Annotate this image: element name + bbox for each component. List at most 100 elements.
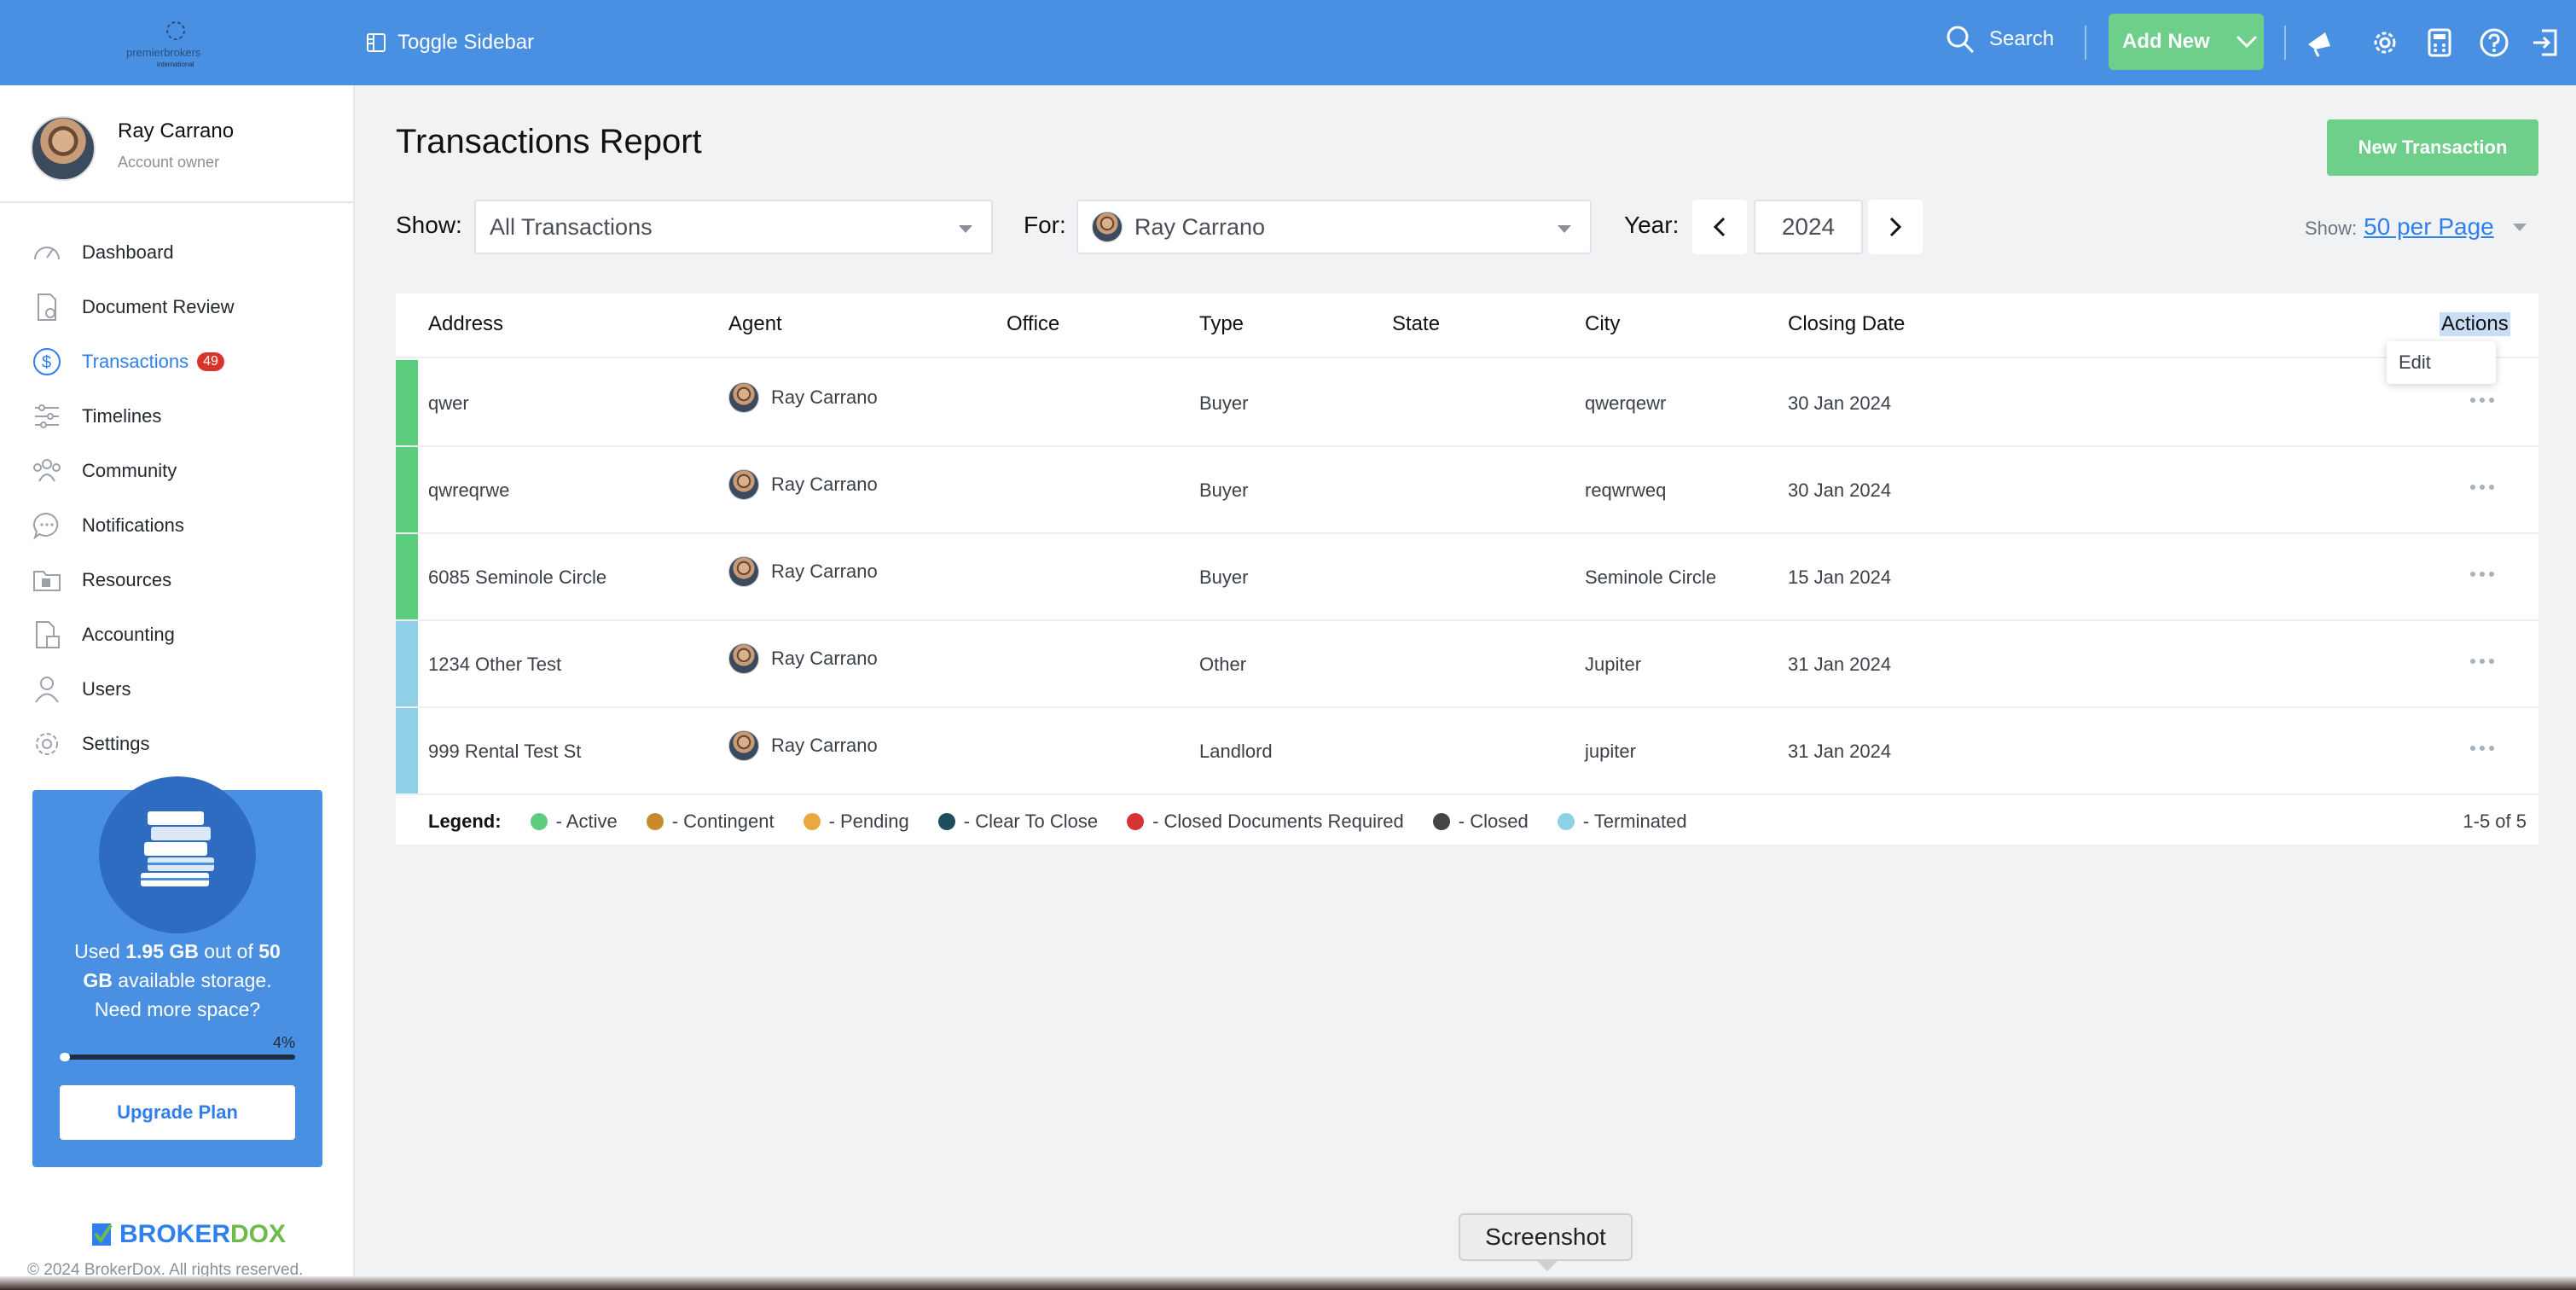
legend-dot	[803, 813, 821, 830]
search-icon	[1947, 26, 1975, 54]
year-input[interactable]: 2024	[1754, 200, 1863, 254]
sidebar-item-community[interactable]: Community	[31, 444, 346, 498]
legend-item-closed-documents-required: - Closed Documents Required	[1127, 811, 1404, 833]
legend-label: - Clear To Close	[963, 811, 1099, 832]
divider	[2284, 26, 2286, 60]
cell-agent: Ray Carrano	[728, 643, 878, 674]
legend-item-contingent: - Contingent	[646, 811, 775, 833]
legend-dot	[937, 813, 955, 830]
cell-address[interactable]: 1234 Other Test	[428, 654, 561, 676]
sidebar-item-notifications[interactable]: Notifications	[31, 498, 346, 553]
calculator-icon[interactable]	[2422, 26, 2457, 60]
status-indicator	[396, 447, 418, 532]
avatar	[728, 382, 759, 413]
brand-name-1: BROKER	[119, 1220, 231, 1248]
table-row[interactable]: 6085 Seminole Circle Ray Carrano Buyer S…	[396, 534, 2538, 621]
brokerdox-logo-icon	[92, 1223, 113, 1246]
per-page-label: Show:	[2305, 218, 2358, 239]
per-page-value[interactable]: 50 per Page	[2364, 213, 2494, 241]
svg-text:$: $	[42, 353, 51, 372]
company-logo[interactable]: premierbrokers international	[119, 19, 239, 70]
column-header-closing-date[interactable]: Closing Date	[1788, 312, 1905, 336]
sidebar-item-resources[interactable]: Resources	[31, 553, 346, 607]
cell-address[interactable]: qwreqrwe	[428, 479, 509, 502]
cell-city: reqwrweq	[1585, 479, 1667, 501]
table-row[interactable]: 999 Rental Test St Ray Carrano Landlord …	[396, 708, 2538, 795]
legend-dot	[646, 813, 664, 830]
sidebar-item-label: Resources	[82, 569, 172, 590]
column-header-address[interactable]: Address	[428, 312, 503, 336]
column-header-state[interactable]: State	[1392, 312, 1440, 336]
legend-item-pending: - Pending	[803, 811, 909, 833]
sidebar-item-document-review[interactable]: Document Review	[31, 280, 346, 334]
top-bar: premierbrokers international Toggle Side…	[0, 0, 2576, 85]
agent-name: Ray Carrano	[771, 561, 878, 582]
gear-icon	[31, 728, 63, 760]
gear-icon[interactable]	[2368, 26, 2402, 60]
logout-icon[interactable]	[2528, 26, 2562, 60]
column-header-city[interactable]: City	[1585, 312, 1620, 336]
table-row[interactable]: 1234 Other Test Ray Carrano Other Jupite…	[396, 621, 2538, 708]
column-header-office[interactable]: Office	[1007, 312, 1059, 336]
legend-label: - Closed	[1458, 811, 1529, 832]
cell-type: Landlord	[1199, 741, 1273, 762]
more-actions-icon[interactable]	[2470, 485, 2494, 490]
help-icon[interactable]	[2477, 26, 2511, 60]
agent-select[interactable]: Ray Carrano	[1076, 200, 1592, 254]
storage-total: 50	[258, 940, 281, 962]
edit-menu-item[interactable]: Edit	[2387, 341, 2496, 384]
add-new-label: Add New	[2122, 30, 2210, 53]
screenshot-tooltip: Screenshot	[1459, 1213, 1633, 1271]
table-row[interactable]: qwreqrwe Ray Carrano Buyer reqwrweq 30 J…	[396, 447, 2538, 534]
toggle-sidebar-button[interactable]: Toggle Sidebar	[367, 26, 534, 60]
legend-item-closed: - Closed	[1432, 811, 1529, 833]
add-new-button[interactable]: Add New	[2109, 14, 2264, 70]
transactions-count-badge: 49	[197, 352, 224, 371]
next-year-button[interactable]	[1868, 200, 1923, 254]
agent-select-value: Ray Carrano	[1134, 213, 1266, 240]
sidebar-item-settings[interactable]: Settings	[31, 717, 346, 771]
column-header-agent[interactable]: Agent	[728, 312, 782, 336]
sidebar-item-label: Dashboard	[82, 241, 174, 263]
sidebar-item-label: Timelines	[82, 405, 162, 427]
dollar-icon: $	[31, 346, 63, 378]
more-actions-icon[interactable]	[2470, 746, 2494, 751]
storage-progress-bar	[60, 1053, 295, 1061]
storage-suffix: available storage.	[112, 969, 272, 991]
previous-year-button[interactable]	[1692, 200, 1747, 254]
avatar	[1092, 212, 1123, 242]
sidebar-item-dashboard[interactable]: Dashboard	[31, 225, 346, 280]
legend-title: Legend:	[428, 811, 502, 832]
upgrade-plan-button[interactable]: Upgrade Plan	[60, 1085, 295, 1140]
search-button[interactable]: Search	[1945, 24, 2054, 55]
legend-item-active: - Active	[530, 811, 618, 833]
new-transaction-button[interactable]: New Transaction	[2327, 119, 2538, 176]
more-actions-icon[interactable]	[2470, 659, 2494, 664]
table-row[interactable]: qwer Ray Carrano Buyer qwerqewr 30 Jan 2…	[396, 360, 2538, 447]
more-actions-icon[interactable]	[2470, 398, 2494, 403]
sidebar-item-timelines[interactable]: Timelines	[31, 389, 346, 444]
announcement-icon[interactable]	[2303, 26, 2337, 60]
year-label: Year:	[1624, 212, 1680, 238]
cell-address[interactable]: qwer	[428, 392, 469, 415]
sidebar-item-users[interactable]: Users	[31, 662, 346, 717]
cell-address[interactable]: 6085 Seminole Circle	[428, 567, 606, 589]
column-header-type[interactable]: Type	[1199, 312, 1244, 336]
status-indicator	[396, 360, 418, 445]
user-profile[interactable]: Ray Carrano Account owner	[31, 116, 355, 201]
more-actions-icon[interactable]	[2470, 572, 2494, 577]
storage-used: 1.95 GB	[125, 940, 199, 962]
cell-type: Buyer	[1199, 392, 1249, 414]
sidebar-item-transactions[interactable]: $ Transactions 49	[31, 334, 346, 389]
show-select[interactable]: All Transactions	[474, 200, 993, 254]
storage-used-prefix: Used	[74, 940, 126, 962]
sidebar-item-label: Community	[82, 460, 177, 481]
per-page-select[interactable]: Show: 50 per Page	[2305, 213, 2527, 241]
cell-closing-date: 31 Jan 2024	[1788, 654, 1892, 675]
sidebar-toggle-icon	[367, 33, 386, 52]
sidebar-item-accounting[interactable]: Accounting	[31, 607, 346, 662]
chevron-right-icon	[1889, 217, 1902, 237]
avatar	[31, 116, 96, 181]
cell-address[interactable]: 999 Rental Test St	[428, 741, 581, 763]
pagination-count: 1-5 of 5	[2463, 811, 2527, 832]
